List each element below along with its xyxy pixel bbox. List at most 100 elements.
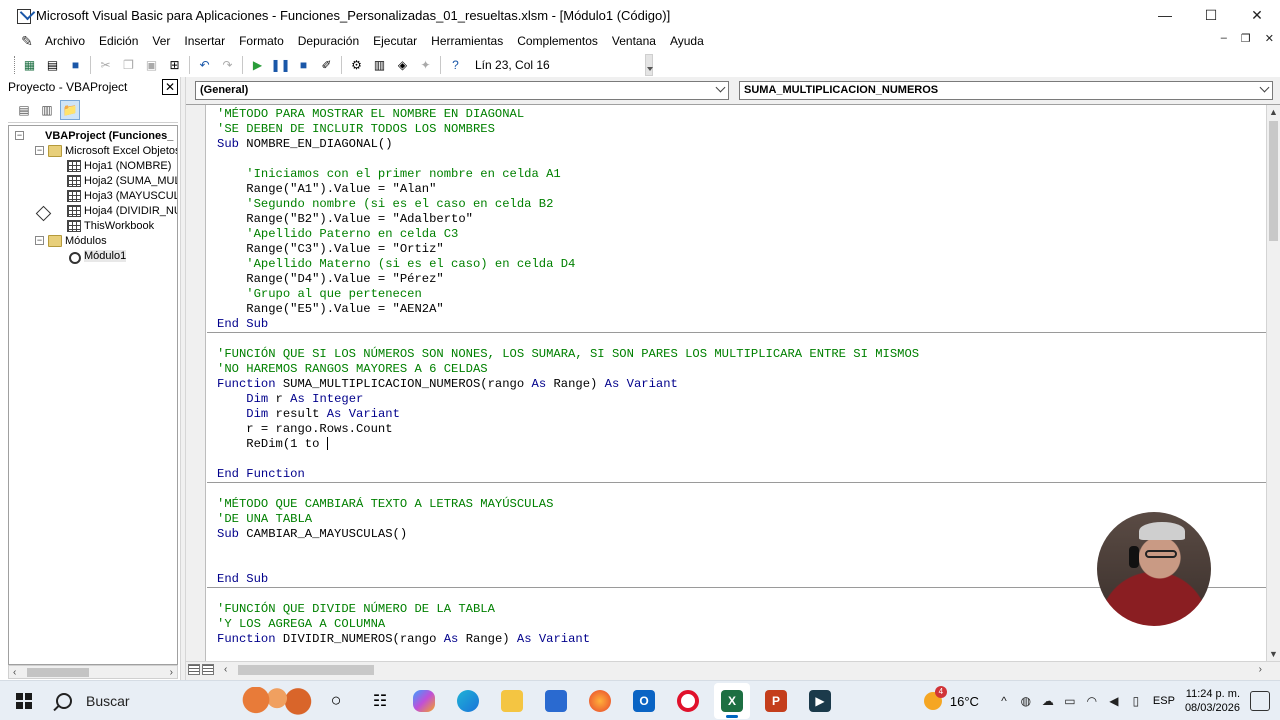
scroll-thumb[interactable]	[1269, 121, 1278, 241]
tree-item-module1[interactable]: Módulo1	[67, 248, 127, 264]
code-line[interactable]: 'FUNCIÓN QUE SI LOS NÚMEROS SON NONES, L…	[217, 347, 919, 362]
design-mode-icon[interactable]: ✐	[316, 55, 338, 75]
display-icon[interactable]: ▭	[1059, 694, 1081, 708]
opera-icon[interactable]	[670, 683, 706, 719]
code-line[interactable]: 'Iniciamos con el primer nombre en celda…	[217, 167, 919, 182]
tree-item-sheet[interactable]: Hoja3 (MAYUSCULA	[67, 188, 177, 203]
widgets-icon[interactable]: ☷	[362, 683, 398, 719]
code-line[interactable]	[217, 152, 919, 167]
media-app-icon[interactable]: ▶	[802, 683, 838, 719]
tree-item-sheet[interactable]: Hoja2 (SUMA_MULT	[67, 173, 177, 188]
input-language[interactable]: ESP	[1153, 695, 1175, 707]
code-line[interactable]: Range("E5").Value = "AEN2A"	[217, 302, 919, 317]
toolbox-icon[interactable]: ✦	[415, 55, 437, 75]
weather-widget[interactable]: 4 16°C	[923, 686, 979, 710]
code-line[interactable]	[217, 482, 919, 497]
redo-icon[interactable]: ↷	[217, 55, 239, 75]
undo-icon[interactable]: ↶	[194, 55, 216, 75]
code-line[interactable]	[217, 587, 919, 602]
taskbar-search[interactable]: Buscar	[48, 681, 312, 720]
project-horizontal-scrollbar[interactable]: ‹ ›	[8, 665, 178, 679]
code-horizontal-scrollbar[interactable]: ‹ ›	[186, 661, 1280, 677]
toolbar-grip[interactable]	[14, 56, 18, 74]
reset-icon[interactable]: ■	[293, 55, 315, 75]
code-line[interactable]: Dim result As Variant	[217, 407, 919, 422]
menu-ventana[interactable]: Ventana	[605, 31, 663, 51]
view-object-icon[interactable]: ▥	[37, 100, 57, 120]
view-code-icon[interactable]: ▤	[14, 100, 34, 120]
mdi-close-button[interactable]: ✕	[1265, 32, 1274, 45]
powerpoint-icon[interactable]: P	[758, 683, 794, 719]
code-line[interactable]: 'Grupo al que pertenecen	[217, 287, 919, 302]
full-module-view-button[interactable]	[202, 664, 214, 675]
mdi-restore-button[interactable]: ❐	[1241, 32, 1251, 45]
scroll-right-icon[interactable]: ›	[1259, 663, 1262, 676]
tree-item-sheet[interactable]: Hoja4 (DIVIDIR_NU	[67, 203, 177, 218]
pause-icon[interactable]: ❚❚	[270, 55, 292, 75]
copilot-icon[interactable]	[406, 683, 442, 719]
menu-formato[interactable]: Formato	[232, 31, 291, 51]
code-line[interactable]: Range("B2").Value = "Adalberto"	[217, 212, 919, 227]
collapse-icon[interactable]: −	[35, 236, 44, 245]
properties-icon[interactable]: ▥	[369, 55, 391, 75]
wifi-icon[interactable]: ◠	[1081, 694, 1103, 708]
task-view-icon[interactable]: ○	[318, 683, 354, 719]
code-line[interactable]: Range("D4").Value = "Pérez"	[217, 272, 919, 287]
procedure-dropdown[interactable]: SUMA_MULTIPLICACION_NUMEROS	[739, 81, 1273, 100]
paste-icon[interactable]: ▣	[141, 55, 163, 75]
insert-module-icon[interactable]: ▤	[42, 55, 64, 75]
code-line[interactable]: Range("A1").Value = "Alan"	[217, 182, 919, 197]
scroll-right-icon[interactable]: ›	[170, 666, 173, 679]
excel-icon[interactable]: X	[714, 682, 750, 719]
firefox-icon[interactable]	[582, 683, 618, 719]
collapse-icon[interactable]: −	[15, 131, 24, 140]
code-line[interactable]: End Sub	[217, 572, 919, 587]
code-line[interactable]: ReDim(1 to	[217, 437, 919, 452]
chevron-up-icon[interactable]: ^	[993, 694, 1015, 708]
code-line[interactable]: 'SE DEBEN DE INCLUIR TODOS LOS NOMBRES	[217, 122, 919, 137]
toggle-folders-icon[interactable]: 📁	[60, 99, 80, 120]
menu-ejecutar[interactable]: Ejecutar	[366, 31, 424, 51]
scroll-left-icon[interactable]: ‹	[13, 666, 16, 679]
file-explorer-icon[interactable]	[494, 683, 530, 719]
toolbar-options-button[interactable]	[645, 54, 653, 76]
tree-item-sheet[interactable]: Hoja1 (NOMBRE)	[67, 158, 171, 173]
outlook-icon[interactable]: O	[626, 683, 662, 719]
project-explorer-close-button[interactable]: ✕	[162, 79, 178, 95]
code-line[interactable]: Function DIVIDIR_NUMEROS(rango As Range)…	[217, 632, 919, 647]
menu-ver[interactable]: Ver	[145, 31, 177, 51]
code-line[interactable]	[217, 452, 919, 467]
module-menu-icon[interactable]: ✎	[16, 31, 38, 51]
code-line[interactable]: Dim r As Integer	[217, 392, 919, 407]
maximize-button[interactable]: ☐	[1188, 0, 1234, 30]
code-line[interactable]: 'Segundo nombre (si es el caso en celda …	[217, 197, 919, 212]
code-line[interactable]	[217, 332, 919, 347]
help-icon[interactable]: ?	[445, 55, 467, 75]
project-explorer-icon[interactable]: ⚙	[346, 55, 368, 75]
menu-insertar[interactable]: Insertar	[177, 31, 232, 51]
store-icon[interactable]	[538, 683, 574, 719]
code-vertical-scrollbar[interactable]: ▲ ▼	[1266, 105, 1280, 661]
object-dropdown[interactable]: (General)	[195, 81, 729, 100]
tree-item-thisworkbook[interactable]: ThisWorkbook	[67, 218, 154, 233]
collapse-icon[interactable]: −	[35, 146, 44, 155]
code-line[interactable]: 'Apellido Paterno en celda C3	[217, 227, 919, 242]
edge-icon[interactable]	[450, 683, 486, 719]
menu-edicion[interactable]: Edición	[92, 31, 145, 51]
code-line[interactable]: Sub NOMBRE_EN_DIAGONAL()	[217, 137, 919, 152]
view-excel-icon[interactable]: ▦	[19, 55, 41, 75]
menu-depuracion[interactable]: Depuración	[291, 31, 366, 51]
code-line[interactable]: End Sub	[217, 317, 919, 332]
scroll-up-icon[interactable]: ▲	[1269, 107, 1278, 117]
code-line[interactable]: 'DE UNA TABLA	[217, 512, 919, 527]
cut-icon[interactable]: ✂	[95, 55, 117, 75]
minimize-button[interactable]: —	[1142, 0, 1188, 30]
find-icon[interactable]: ⊞	[164, 55, 186, 75]
code-line[interactable]: Function SUMA_MULTIPLICACION_NUMEROS(ran…	[217, 377, 919, 392]
object-browser-icon[interactable]: ◈	[392, 55, 414, 75]
battery-icon[interactable]: ▯	[1125, 694, 1147, 708]
close-button[interactable]: ✕	[1234, 0, 1280, 30]
tree-item-modules[interactable]: − Módulos	[35, 233, 107, 248]
save-icon[interactable]: ■	[65, 55, 87, 75]
tree-item-excel-objects[interactable]: − Microsoft Excel Objetos	[35, 143, 177, 158]
